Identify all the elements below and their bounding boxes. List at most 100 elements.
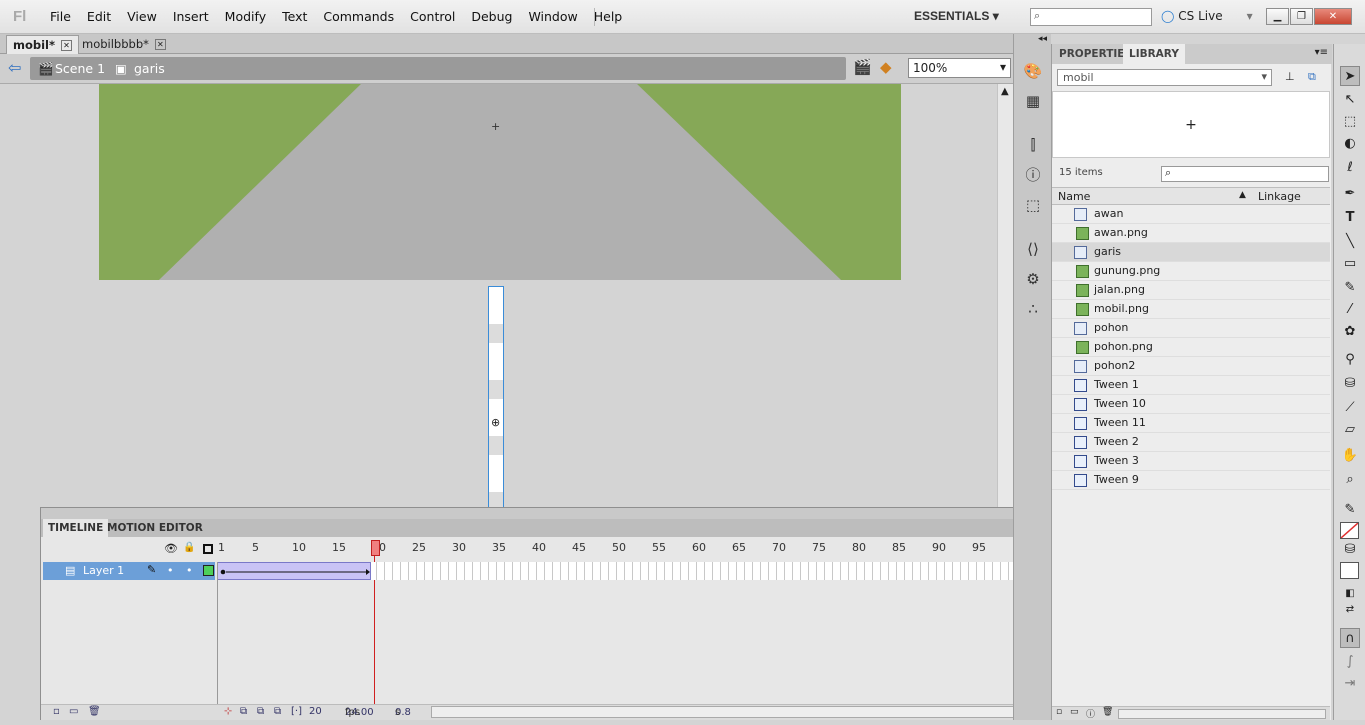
stage[interactable]: + ⊕ bbox=[4, 84, 997, 507]
frame-number[interactable]: 25 bbox=[412, 541, 426, 554]
frame-number[interactable]: 90 bbox=[932, 541, 946, 554]
paint-bucket-tool-icon[interactable]: ⛁ bbox=[1340, 374, 1360, 394]
menu-view[interactable]: View bbox=[119, 0, 165, 34]
column-name[interactable]: Name bbox=[1058, 190, 1090, 203]
selection-tool-icon[interactable]: ➤ bbox=[1340, 66, 1360, 86]
library-item[interactable]: jalan.png bbox=[1052, 281, 1330, 300]
menu-help[interactable]: Help bbox=[586, 0, 631, 34]
straighten-icon[interactable]: ⇥ bbox=[1340, 674, 1360, 694]
menu-file[interactable]: File bbox=[42, 0, 79, 34]
close-icon[interactable]: ✕ bbox=[61, 40, 73, 51]
eye-icon[interactable]: 👁 bbox=[164, 542, 178, 555]
info-icon[interactable]: ⓘ bbox=[1022, 164, 1044, 186]
road-image[interactable] bbox=[99, 84, 901, 280]
frame-number[interactable]: 30 bbox=[452, 541, 466, 554]
free-transform-tool-icon[interactable]: ⬚ bbox=[1340, 112, 1360, 132]
breadcrumb-symbol[interactable]: garis bbox=[134, 61, 165, 76]
menu-edit[interactable]: Edit bbox=[79, 0, 119, 34]
actions-icon[interactable]: ⟨⟩ bbox=[1022, 238, 1044, 260]
frame-number[interactable]: 1 bbox=[218, 541, 225, 554]
tab-mobilbbbb[interactable]: mobilbbbb* ✕ bbox=[76, 35, 172, 54]
brush-tool-icon[interactable]: ⁄ bbox=[1340, 300, 1360, 320]
help-search-input[interactable]: ⌕ bbox=[1030, 8, 1152, 26]
scroll-up-icon[interactable]: ▲ bbox=[1001, 86, 1009, 97]
transform-icon[interactable]: ⬚ bbox=[1022, 194, 1044, 216]
eyedropper-tool-icon[interactable]: ⟋ bbox=[1340, 398, 1360, 418]
hand-tool-icon[interactable]: ✋ bbox=[1340, 446, 1360, 466]
pin-icon[interactable]: ⊥ bbox=[1285, 70, 1295, 83]
menu-control[interactable]: Control bbox=[402, 0, 463, 34]
library-item[interactable]: Tween 11 bbox=[1052, 414, 1330, 433]
align-icon[interactable]: ⫿ bbox=[1022, 134, 1044, 156]
restore-button[interactable]: ❐ bbox=[1290, 8, 1313, 25]
layer-row[interactable]: ▤ Layer 1 ✎ • • bbox=[43, 562, 215, 580]
zoom-select[interactable]: 100% ▾ bbox=[908, 58, 1011, 78]
library-hscroll[interactable] bbox=[1118, 709, 1326, 719]
library-item[interactable]: Tween 3 bbox=[1052, 452, 1330, 471]
frame-number[interactable]: 15 bbox=[332, 541, 346, 554]
library-search-input[interactable]: ⌕ bbox=[1161, 166, 1329, 182]
column-linkage[interactable]: Linkage bbox=[1258, 190, 1301, 203]
edit-multiple-icon[interactable]: ⧉ bbox=[274, 706, 281, 717]
lock-icon[interactable]: 🔒 bbox=[183, 542, 195, 553]
library-item[interactable]: Tween 2 bbox=[1052, 433, 1330, 452]
edit-scene-icon[interactable]: 🎬 bbox=[853, 58, 872, 76]
delete-icon[interactable]: 🗑 bbox=[88, 706, 101, 717]
library-item[interactable]: pohon2 bbox=[1052, 357, 1330, 376]
frame-number[interactable]: 55 bbox=[652, 541, 666, 554]
new-symbol-icon[interactable]: ▫ bbox=[1056, 707, 1062, 717]
frame-number[interactable]: 75 bbox=[812, 541, 826, 554]
subselection-tool-icon[interactable]: ↖ bbox=[1340, 90, 1360, 110]
library-item[interactable]: pohon.png bbox=[1052, 338, 1330, 357]
tab-mobil[interactable]: mobil* ✕ bbox=[6, 35, 80, 54]
new-library-icon[interactable]: ⧉ bbox=[1308, 70, 1316, 84]
lasso-tool-icon[interactable]: ℓ bbox=[1340, 158, 1360, 178]
lock-dot[interactable]: • bbox=[186, 564, 193, 577]
panel-menu-icon[interactable]: ▾≡ bbox=[1315, 47, 1328, 58]
frame-number[interactable]: 35 bbox=[492, 541, 506, 554]
frame-number[interactable]: 95 bbox=[972, 541, 986, 554]
text-tool-icon[interactable]: T bbox=[1340, 208, 1360, 228]
back-arrow-icon[interactable]: ⇦ bbox=[8, 58, 21, 77]
motion-presets-icon[interactable]: ∴ bbox=[1022, 298, 1044, 320]
library-item[interactable]: Tween 10 bbox=[1052, 395, 1330, 414]
frame-number[interactable]: 70 bbox=[772, 541, 786, 554]
components-icon[interactable]: ⚙ bbox=[1022, 268, 1044, 290]
playhead[interactable] bbox=[371, 540, 380, 556]
new-layer-icon[interactable]: ▫ bbox=[53, 706, 60, 717]
zoom-tool-icon[interactable]: ⌕ bbox=[1340, 470, 1360, 490]
color-icon[interactable]: 🎨 bbox=[1022, 60, 1044, 82]
swatches-icon[interactable]: ▦ bbox=[1022, 90, 1044, 112]
library-item[interactable]: pohon bbox=[1052, 319, 1330, 338]
edit-symbol-icon[interactable]: ◆ bbox=[880, 58, 892, 76]
frame-number[interactable]: 40 bbox=[532, 541, 546, 554]
menu-debug[interactable]: Debug bbox=[463, 0, 520, 34]
fill-color-swatch[interactable] bbox=[1340, 562, 1359, 579]
close-icon[interactable]: ✕ bbox=[154, 39, 166, 50]
tab-timeline[interactable]: TIMELINE bbox=[43, 519, 109, 537]
new-folder-icon[interactable]: ▭ bbox=[69, 706, 78, 717]
frame-ruler[interactable]: 1510152025303540455055606570758085909510 bbox=[217, 541, 1032, 556]
library-item[interactable]: Tween 1 bbox=[1052, 376, 1330, 395]
center-frame-icon[interactable]: ⊹ bbox=[224, 706, 232, 717]
cs-live-button[interactable]: ◯ CS Live ▾ bbox=[1161, 9, 1253, 23]
menu-insert[interactable]: Insert bbox=[165, 0, 217, 34]
snap-magnet-icon[interactable]: ∩ bbox=[1340, 628, 1360, 648]
frame-number[interactable]: 80 bbox=[852, 541, 866, 554]
frame-number[interactable]: 50 bbox=[612, 541, 626, 554]
onion-skin-icon[interactable]: ⧉ bbox=[240, 706, 247, 717]
new-folder-icon[interactable]: ▭ bbox=[1070, 707, 1079, 717]
delete-icon[interactable]: 🗑 bbox=[1102, 707, 1113, 717]
outline-icon[interactable] bbox=[203, 544, 213, 554]
tab-motion-editor[interactable]: MOTION EDITOR bbox=[102, 519, 208, 537]
menu-text[interactable]: Text bbox=[274, 0, 315, 34]
frame-number[interactable]: 60 bbox=[692, 541, 706, 554]
garis-symbol[interactable] bbox=[488, 286, 504, 507]
stage-scrollbar[interactable]: ▲ bbox=[997, 84, 1013, 507]
stroke-color-swatch[interactable] bbox=[1340, 522, 1359, 539]
deco-tool-icon[interactable]: ✿ bbox=[1340, 322, 1360, 342]
pencil-tool-icon[interactable]: ✎ bbox=[1340, 278, 1360, 298]
frame-number[interactable]: 65 bbox=[732, 541, 746, 554]
timeline-hscroll[interactable] bbox=[431, 706, 1027, 718]
menu-commands[interactable]: Commands bbox=[315, 0, 402, 34]
